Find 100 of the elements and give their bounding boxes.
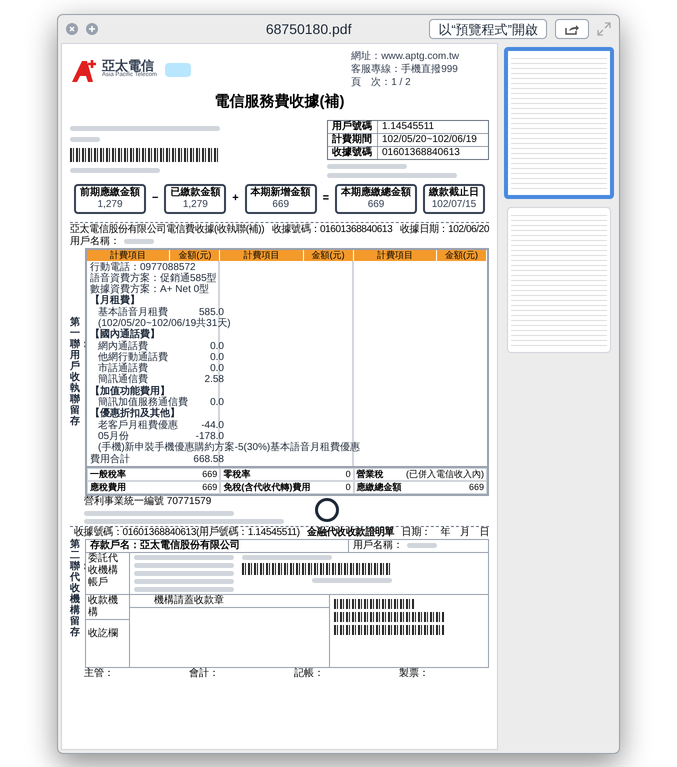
document-title: 電信服務費收據(補) [214,92,346,112]
charge-item: 網內通話費 [97,340,148,352]
header-info: 網址：www.aptg.com.tw [351,50,459,63]
signature-label: 會計： [189,668,219,680]
charge-item: 語音資費方案：促銷通585型 [90,272,217,284]
charge-item: 費用合計 [90,454,131,465]
customer-label: 用戶名稱： [70,236,120,248]
total-value: (已併入電信收入內) [406,468,484,480]
receipt-number: 收據號碼：01601368840613 [272,224,392,236]
logo-icon [70,58,98,82]
company-line: 亞太電信股份有限公司電信費收據(收執聯(補)) [70,224,264,236]
page-thumbnail[interactable] [504,47,614,199]
zoom-icon[interactable] [86,23,98,35]
section-heading: 【加值功能費用】 [90,386,170,397]
footer-note: 營利事業統一編號 70771579 [84,496,212,508]
charge-item: (手機)新申裝手機優惠購約方案-5(30%)基本語音月租費優惠 [97,442,360,454]
total-value: 669 [468,482,484,492]
charge-amount: -44.0 [200,420,224,431]
slip-title: 金融代收收款證明單 [307,526,394,538]
receipt-date: 收據日期：102/06/20 [400,224,489,236]
charge-item: 他網行動通話費 [97,352,169,363]
total-label: 一般稅率 [90,468,126,480]
total-label: 應繳總金額 [356,482,402,492]
logo-text: 亞太電信 [102,59,154,72]
signature-label: 製票： [399,668,429,680]
fullscreen-icon[interactable] [597,22,611,36]
signature-label: 主管： [84,668,114,680]
info-value: 102/05/20~102/06/19 [381,134,478,146]
total-label: 免稅(含代收代轉)費用 [223,482,310,492]
charge-item: (102/05/20~102/06/19共31天) [98,318,231,329]
charge-amount: 2.58 [204,374,224,386]
summary-value: 102/07/15 [432,198,476,210]
info-value: 01601368840613 [381,146,461,158]
column-header: 計費項目 [354,250,437,260]
info-value: 1.14545511 [381,120,436,132]
promo-badge [164,62,191,76]
charge-item: 基本語音月租費 [97,306,169,318]
total-value: 669 [202,468,218,480]
agency-label: 委託代收機構帳戶 [86,552,130,594]
total-label: 應稅費用 [90,482,126,492]
summary-value: 669 [272,198,290,210]
total-value: 0 [346,468,351,480]
column-header: 金額(元) [170,250,220,260]
blurred-text [407,543,437,548]
close-icon[interactable] [66,23,78,35]
window-title: 68750180.pdf [264,20,352,39]
column-header: 計費項目 [220,250,304,260]
section-heading: 【月租費】 [90,295,140,306]
slip-customer-label: 用戶名稱： [353,540,403,552]
charge-item: 05月份 [97,430,130,442]
stamp-hint: 機構請蓋收款章 [130,594,329,608]
total-label: 零稅率 [223,468,250,480]
total-label: 營業稅 [356,468,384,480]
institution-label: 收款機構 [86,594,129,620]
blurred-text [124,239,154,244]
charge-amount: 668.58 [192,454,224,465]
charge-item: 行動電話：0977088572 [90,262,196,272]
operator-sign: = [322,191,330,206]
stamp-icon [315,498,339,522]
signature-label: 記帳： [294,668,324,680]
section-heading: 【國內通話費】 [90,329,160,340]
summary-value: 1,279 [182,198,208,210]
summary-label: 繳款截止日 [428,186,479,198]
share-button[interactable] [555,19,589,39]
blurred-text [70,136,100,142]
charge-item: 老客戶月租費優惠 [97,420,179,431]
charge-amount: 0.0 [209,363,224,374]
summary-label: 本期新增金額 [250,186,311,198]
charge-amount: 585.0 [198,306,224,318]
summary-value: 1,279 [97,198,123,210]
received-label: 收訖欄 [87,626,119,640]
total-value: 669 [202,482,218,492]
column-header: 金額(元) [304,250,354,260]
charge-amount: -178.0 [196,430,224,442]
summary-label: 本期應繳總金額 [341,186,412,198]
share-icon [564,23,580,35]
operator-sign: − [152,191,158,206]
column-header: 計費項目 [87,250,170,260]
charge-item: 簡訊通信費 [97,374,149,386]
summary-label: 已繳款金額 [170,186,220,198]
summary-label: 前期應繳金額 [80,186,140,198]
charge-item: 市話通話費 [97,363,149,374]
info-label: 用戶號碼 [328,120,378,132]
total-value: 0 [346,482,351,492]
charge-item: 數據資費方案：A+ Net 0型 [90,284,210,296]
slip-receipt-number: 收據號碼：01601368840613(用戶號碼：1.14545511) [74,526,300,538]
open-with-preview-button[interactable]: 以“預覽程式”開啟 [429,19,547,39]
slip-date: 日期： 年 月 日 [402,526,489,538]
header-info: 頁 次：1 / 2 [351,76,412,89]
column-header: 金額(元) [437,250,487,260]
summary-value: 669 [368,198,384,210]
section-heading: 【優惠折扣及其他】 [90,408,180,420]
account-name: 存款戶名：亞太電信股份有限公司 [89,540,241,552]
charge-item: 簡訊加值服務通信費 [98,397,189,408]
operator-sign: + [232,191,239,206]
header-info: 客服專線：手機直撥999 [351,63,459,76]
charge-amount: 0.0 [209,352,224,364]
info-label: 收據號碼 [328,146,378,158]
info-label: 計費期間 [328,134,378,146]
charge-amount: 0.0 [209,397,224,408]
